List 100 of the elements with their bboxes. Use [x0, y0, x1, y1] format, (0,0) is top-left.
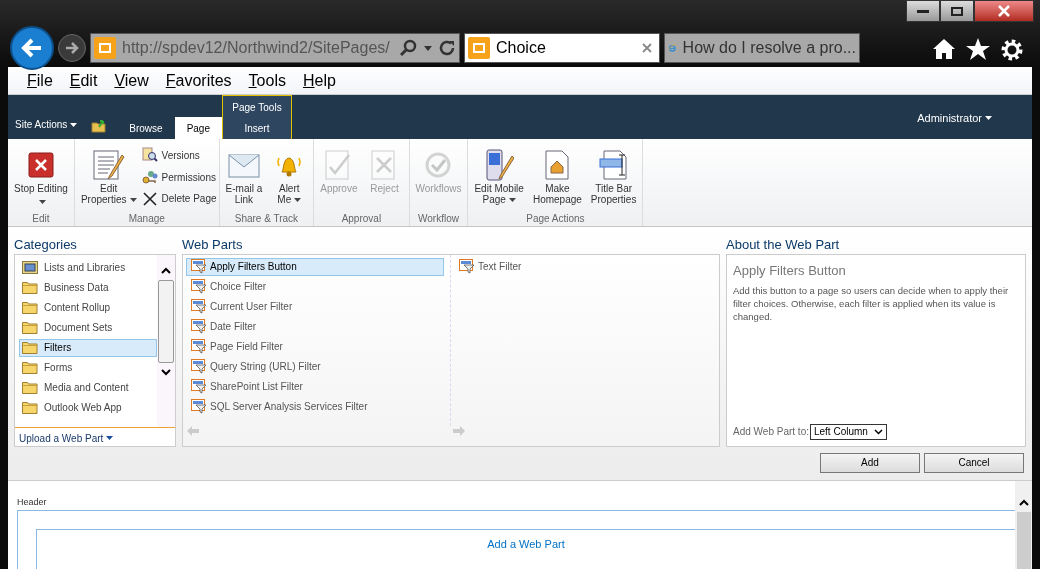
ribbon-button[interactable]: Delete Page: [141, 191, 217, 207]
category-item[interactable]: Content Rollup: [19, 298, 157, 317]
group-label: Approval: [340, 211, 383, 226]
ribbon-tab[interactable]: Page: [174, 117, 222, 140]
magnifier-document-icon: [141, 147, 158, 164]
zone-dropdown[interactable]: Left Column: [809, 423, 887, 440]
ribbon-button[interactable]: Alert Me: [267, 147, 312, 206]
menu-item[interactable]: Edit: [69, 68, 98, 93]
folder-icon: [22, 361, 38, 375]
category-item[interactable]: Filters: [19, 338, 157, 357]
folder-icon: [22, 341, 38, 355]
chevron-down-icon: [873, 428, 883, 435]
ribbon-button[interactable]: E-mail a Link: [221, 147, 267, 206]
ribbon-button[interactable]: Edit Properties: [76, 147, 141, 206]
phone-pencil-icon: [484, 148, 515, 183]
menu-item[interactable]: Tools: [248, 68, 286, 93]
settings-icon[interactable]: [1000, 38, 1024, 62]
category-item[interactable]: Outlook Web App: [19, 398, 157, 417]
ribbon-button[interactable]: Permissions: [141, 169, 217, 186]
document-pencil-icon: [91, 149, 126, 182]
folder-arrow-icon[interactable]: [91, 119, 108, 134]
list-icon: [22, 261, 38, 275]
web-part-item[interactable]: Query String (URL) Filter: [186, 357, 444, 376]
minimize-button[interactable]: [906, 0, 940, 22]
ribbon-button[interactable]: Title Bar Properties: [586, 147, 641, 206]
web-part-item[interactable]: Text Filter: [454, 257, 716, 276]
filter-icon: [191, 259, 207, 275]
zone-label: Header: [17, 496, 48, 509]
house-document-icon: [543, 149, 572, 182]
menu-item[interactable]: View: [114, 68, 149, 93]
ribbon-tab[interactable]: Browse: [117, 117, 175, 140]
site-actions-menu[interactable]: Site Actions: [15, 117, 78, 133]
ribbon-button[interactable]: Versions: [141, 147, 217, 164]
category-item[interactable]: Lists and Libraries: [19, 258, 157, 277]
scrollbar[interactable]: [1015, 481, 1032, 569]
filter-icon: [191, 399, 207, 415]
text-cursor-document-icon: [597, 149, 630, 182]
caret-icon: [38, 200, 46, 205]
add-web-part-link[interactable]: Add a Web Part: [487, 536, 565, 569]
category-item[interactable]: Forms: [19, 358, 157, 377]
close-icon[interactable]: [642, 43, 652, 53]
group-label: Share & Track: [233, 211, 300, 226]
group-label: Page Actions: [525, 211, 586, 226]
dialog-button[interactable]: Add: [820, 452, 920, 473]
scrollbar[interactable]: [157, 254, 175, 427]
category-item[interactable]: Business Data: [19, 278, 157, 297]
filter-icon: [191, 279, 207, 295]
group-label: Edit: [31, 211, 51, 226]
refresh-icon: [438, 39, 456, 57]
panel-heading: Categories: [14, 235, 78, 254]
folder-icon: [22, 301, 38, 315]
caret-icon: [129, 198, 137, 203]
menu-item[interactable]: Help: [302, 68, 336, 93]
left-arrow-icon: [21, 38, 43, 58]
web-part-item[interactable]: SQL Server Analysis Services Filter: [186, 397, 444, 416]
user-menu[interactable]: Administrator: [917, 110, 992, 127]
back-button[interactable]: [10, 26, 54, 70]
site-icon: [94, 37, 116, 59]
caret-icon: [985, 116, 992, 121]
filter-icon: [191, 299, 207, 315]
web-part-item[interactable]: Page Field Filter: [186, 337, 444, 356]
category-item[interactable]: Document Sets: [19, 318, 157, 337]
folder-icon: [22, 321, 38, 335]
web-part-item[interactable]: SharePoint List Filter: [186, 377, 444, 396]
group-label: Manage: [127, 211, 166, 226]
folder-icon: [22, 381, 38, 395]
search-icon: [400, 39, 418, 57]
folder-icon: [22, 401, 38, 415]
filter-icon: [459, 259, 475, 275]
star-icon[interactable]: [966, 38, 990, 60]
upload-link[interactable]: Upload a Web Part: [19, 430, 175, 446]
filter-icon: [191, 319, 207, 335]
group-label: Workflow: [417, 211, 460, 226]
ribbon-button[interactable]: Edit Mobile Page: [470, 147, 528, 206]
web-part-item[interactable]: Apply Filters Button: [186, 257, 444, 276]
maximize-button[interactable]: [940, 0, 974, 22]
browser-tab[interactable]: How do I resolve a pro...: [664, 33, 860, 63]
web-part-item[interactable]: Choice Filter: [186, 277, 444, 296]
panel-heading: About the Web Part: [726, 235, 841, 254]
dropdown-arrow-icon: [424, 45, 432, 51]
caret-icon: [106, 436, 114, 441]
web-part-item[interactable]: Current User Filter: [186, 297, 444, 316]
dialog-button[interactable]: Cancel: [924, 452, 1024, 473]
context-group-label: Page Tools: [232, 101, 282, 116]
forward-button[interactable]: [58, 34, 86, 62]
right-arrow-icon: [65, 42, 79, 54]
browser-tab[interactable]: Choice: [464, 33, 660, 63]
caret-icon: [70, 122, 78, 127]
envelope-icon: [226, 151, 261, 180]
menu-item[interactable]: File: [27, 68, 53, 93]
ribbon-tab[interactable]: Insert: [232, 117, 282, 140]
web-part-item[interactable]: Date Filter: [186, 317, 444, 336]
category-item[interactable]: Media and Content: [19, 378, 157, 397]
web-part-description: Add this button to a page so users can decide when to apply their filter choices. Otherwise, each filter is applied when its value is changed.: [733, 284, 1010, 324]
ribbon-button[interactable]: Stop Editing: [10, 147, 72, 208]
menu-item[interactable]: Favorites: [165, 68, 232, 93]
close-button[interactable]: [974, 0, 1034, 22]
ribbon-button[interactable]: Make Homepage: [528, 147, 586, 206]
site-icon: [468, 37, 490, 59]
home-icon[interactable]: [932, 38, 956, 60]
